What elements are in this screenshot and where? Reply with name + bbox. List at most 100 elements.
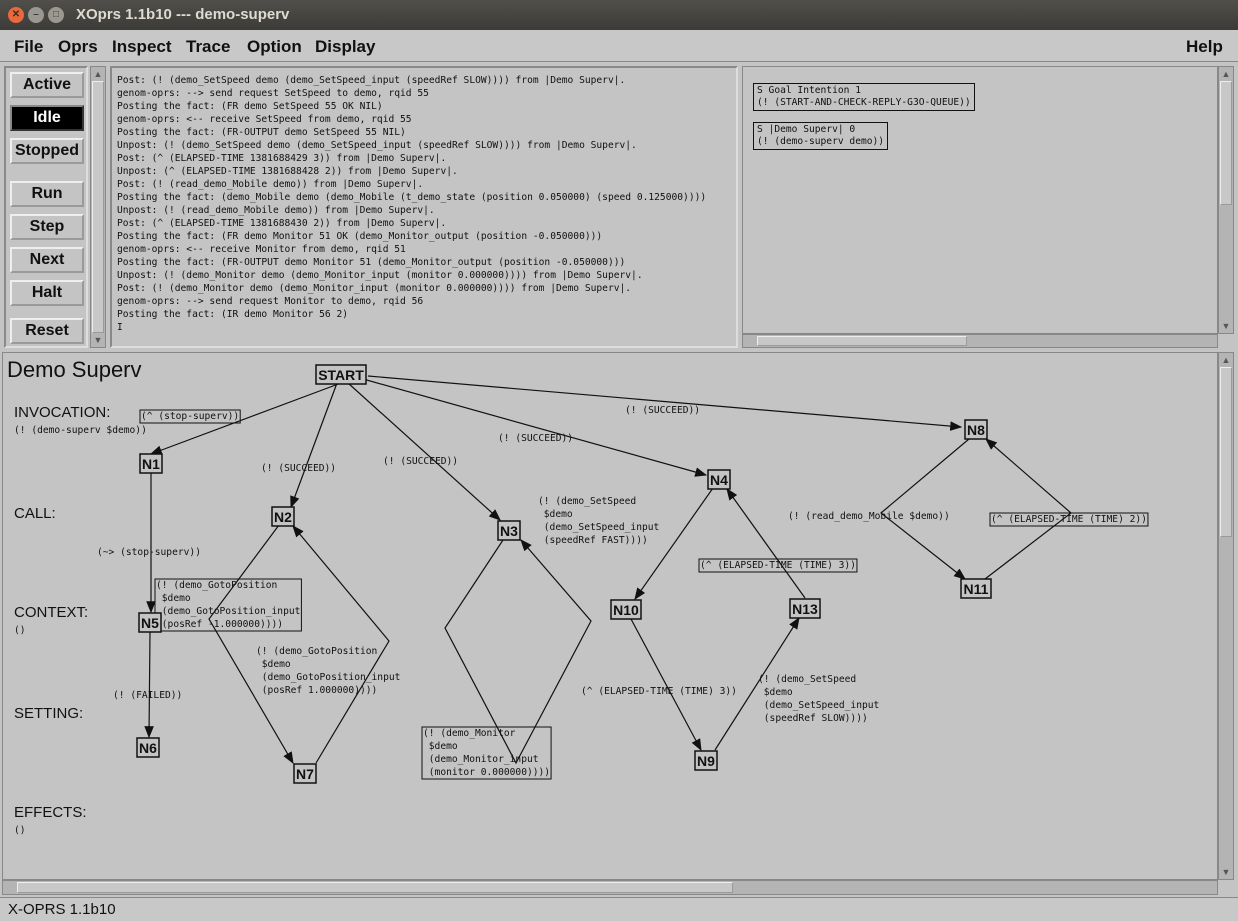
edge-n13-n4[interactable] — [726, 488, 806, 599]
edge-start-n8[interactable] — [367, 375, 963, 431]
log-scroll-thumb[interactable] — [92, 81, 104, 333]
close-icon[interactable]: ✕ — [8, 7, 24, 23]
log-line: genom-oprs: --> send request Monitor to … — [117, 296, 424, 307]
edge-label[interactable]: (^ (ELAPSED-TIME (TIME) 2)) — [991, 514, 1147, 525]
graph-vscroll-thumb[interactable] — [1220, 367, 1232, 537]
edge-n5-n6[interactable] — [144, 631, 154, 739]
menu-file[interactable]: File — [14, 37, 43, 57]
next-button[interactable]: Next — [10, 247, 84, 273]
maximize-icon[interactable]: □ — [48, 7, 64, 23]
edge-n8-n11[interactable] — [880, 438, 970, 580]
control-panel: Active Idle Stopped Run Step Next Halt R… — [4, 66, 88, 348]
idle-button[interactable]: Idle — [10, 105, 84, 131]
log-line: Posting the fact: (FR demo SetSpeed 55 O… — [117, 101, 383, 112]
log-line: Unpost: (! (demo_Monitor demo (demo_Moni… — [117, 270, 643, 281]
log-line: genom-oprs: <-- receive SetSpeed from de… — [117, 114, 412, 125]
log-line: genom-oprs: --> send request SetSpeed to… — [117, 88, 429, 99]
intention-box[interactable]: S |Demo Superv| 0 (! (demo-superv demo)) — [753, 122, 889, 150]
reset-button[interactable]: Reset — [10, 318, 84, 344]
intention-hscrollbar[interactable] — [742, 334, 1218, 348]
log-line: Post: (^ (ELAPSED-TIME 1381688429 3)) fr… — [117, 153, 447, 164]
edge-n2-n7[interactable] — [208, 524, 294, 765]
setting-label: SETTING: — [14, 705, 83, 722]
trace-log[interactable]: Post: (! (demo_SetSpeed demo (demo_SetSp… — [110, 66, 738, 348]
graph-hscroll-thumb[interactable] — [17, 882, 733, 893]
node-label: N13 — [792, 601, 818, 617]
op-title: Demo Superv — [7, 357, 142, 382]
step-button[interactable]: Step — [10, 214, 84, 240]
node-label: START — [318, 367, 364, 383]
log-line: Post: (! (demo_SetSpeed demo (demo_SetSp… — [117, 75, 626, 86]
scroll-down-icon[interactable]: ▼ — [91, 333, 105, 347]
edge-label[interactable]: (^ (ELAPSED-TIME (TIME) 3)) — [700, 560, 856, 571]
edge-label[interactable]: (! (demo_SetSpeed $demo (demo_SetSpeed_i… — [538, 496, 659, 546]
invocation-value: (! (demo-superv $demo)) — [14, 425, 147, 436]
menu-option[interactable]: Option — [247, 37, 302, 57]
node-label: N9 — [697, 753, 715, 769]
edge-label[interactable]: (! (SUCCEED)) — [498, 433, 573, 444]
edge-start-n3[interactable] — [347, 382, 501, 521]
intention-vscroll-thumb[interactable] — [1220, 81, 1232, 205]
log-line: Post: (! (demo_Monitor demo (demo_Monito… — [117, 283, 632, 294]
menu-trace[interactable]: Trace — [186, 37, 230, 57]
log-line: Unpost: (^ (ELAPSED-TIME 1381688428 2)) … — [117, 166, 458, 177]
log-line: genom-oprs: <-- receive Monitor from dem… — [117, 244, 406, 255]
edge-label[interactable]: (! (demo_GotoPosition $demo (demo_GotoPo… — [156, 580, 300, 630]
edge-label[interactable]: (! (read_demo_Mobile $demo)) — [788, 511, 950, 522]
edge-label[interactable]: (~> (stop-superv)) — [97, 547, 201, 558]
scroll-up-icon[interactable]: ▲ — [1219, 353, 1233, 367]
op-graph-canvas[interactable]: Demo Superv INVOCATION: (! (demo-superv … — [2, 352, 1218, 880]
edge-start-n2[interactable] — [290, 382, 338, 509]
node-label: N2 — [274, 509, 292, 525]
edge-label[interactable]: (! (demo_SetSpeed $demo (demo_SetSpeed_i… — [758, 674, 879, 724]
graph-hscrollbar[interactable] — [2, 880, 1218, 895]
node-label: N7 — [296, 766, 314, 782]
scroll-up-icon[interactable]: ▲ — [91, 67, 105, 81]
intention-vscrollbar[interactable]: ▲ ▼ — [1218, 66, 1234, 334]
log-line: Posting the fact: (demo_Mobile demo (dem… — [117, 192, 707, 203]
edge-label[interactable]: (! (SUCCEED)) — [625, 405, 700, 416]
active-button[interactable]: Active — [10, 72, 84, 98]
edge-label[interactable]: (! (demo_GotoPosition $demo (demo_GotoPo… — [256, 646, 400, 696]
edge-label[interactable]: (! (SUCCEED)) — [261, 463, 336, 474]
menu-oprs[interactable]: Oprs — [58, 37, 98, 57]
menu-help[interactable]: Help — [1186, 37, 1223, 57]
node-label: N10 — [613, 602, 639, 618]
intention-box[interactable]: S Goal Intention 1 (! (START-AND-CHECK-R… — [753, 83, 975, 111]
title-bar: ✕ – □ XOprs 1.1b10 --- demo-superv — [0, 0, 1238, 30]
edge-n7-n2[interactable] — [292, 525, 390, 764]
log-line: Posting the fact: (FR-OUTPUT demo SetSpe… — [117, 127, 406, 138]
scroll-down-icon[interactable]: ▼ — [1219, 319, 1233, 333]
log-line: Post: (^ (ELAPSED-TIME 1381688430 2)) fr… — [117, 218, 447, 229]
stopped-button[interactable]: Stopped — [10, 138, 84, 164]
halt-button[interactable]: Halt — [10, 280, 84, 306]
edge-n10-n9[interactable] — [630, 618, 702, 752]
run-button[interactable]: Run — [10, 181, 84, 207]
node-label: N5 — [141, 615, 159, 631]
log-line: Unpost: (! (read_demo_Mobile demo)) from… — [117, 205, 435, 216]
menu-inspect[interactable]: Inspect — [112, 37, 172, 57]
edge-n11-n8[interactable] — [984, 438, 1072, 580]
edge-label[interactable]: (! (SUCCEED)) — [383, 456, 458, 467]
status-bar: X-OPRS 1.1b10 — [0, 897, 1238, 921]
menu-display[interactable]: Display — [315, 37, 375, 57]
node-label: N6 — [139, 740, 157, 756]
context-value: () — [14, 625, 26, 636]
scroll-up-icon[interactable]: ▲ — [1219, 67, 1233, 81]
graph-vscrollbar[interactable]: ▲ ▼ — [1218, 352, 1234, 880]
edge-label[interactable]: (^ (stop-superv)) — [141, 411, 239, 422]
log-line: Posting the fact: (FR demo Monitor 51 OK… — [117, 231, 603, 242]
window-title: XOprs 1.1b10 --- demo-superv — [76, 6, 290, 23]
log-line: Unpost: (! (demo_SetSpeed demo (demo_Set… — [117, 140, 637, 151]
invocation-label: INVOCATION: — [14, 404, 110, 421]
edge-label[interactable]: (! (FAILED)) — [113, 690, 182, 701]
effects-label: EFFECTS: — [14, 804, 87, 821]
log-scrollbar[interactable]: ▲ ▼ — [90, 66, 106, 348]
scroll-down-icon[interactable]: ▼ — [1219, 865, 1233, 879]
menu-bar: File Oprs Inspect Trace Option Display H… — [0, 30, 1238, 62]
node-label: N1 — [142, 456, 160, 472]
edge-label[interactable]: (^ (ELAPSED-TIME (TIME) 3)) — [581, 686, 737, 697]
intention-hscroll-thumb[interactable] — [757, 336, 967, 346]
call-label: CALL: — [14, 505, 56, 522]
minimize-icon[interactable]: – — [28, 7, 44, 23]
